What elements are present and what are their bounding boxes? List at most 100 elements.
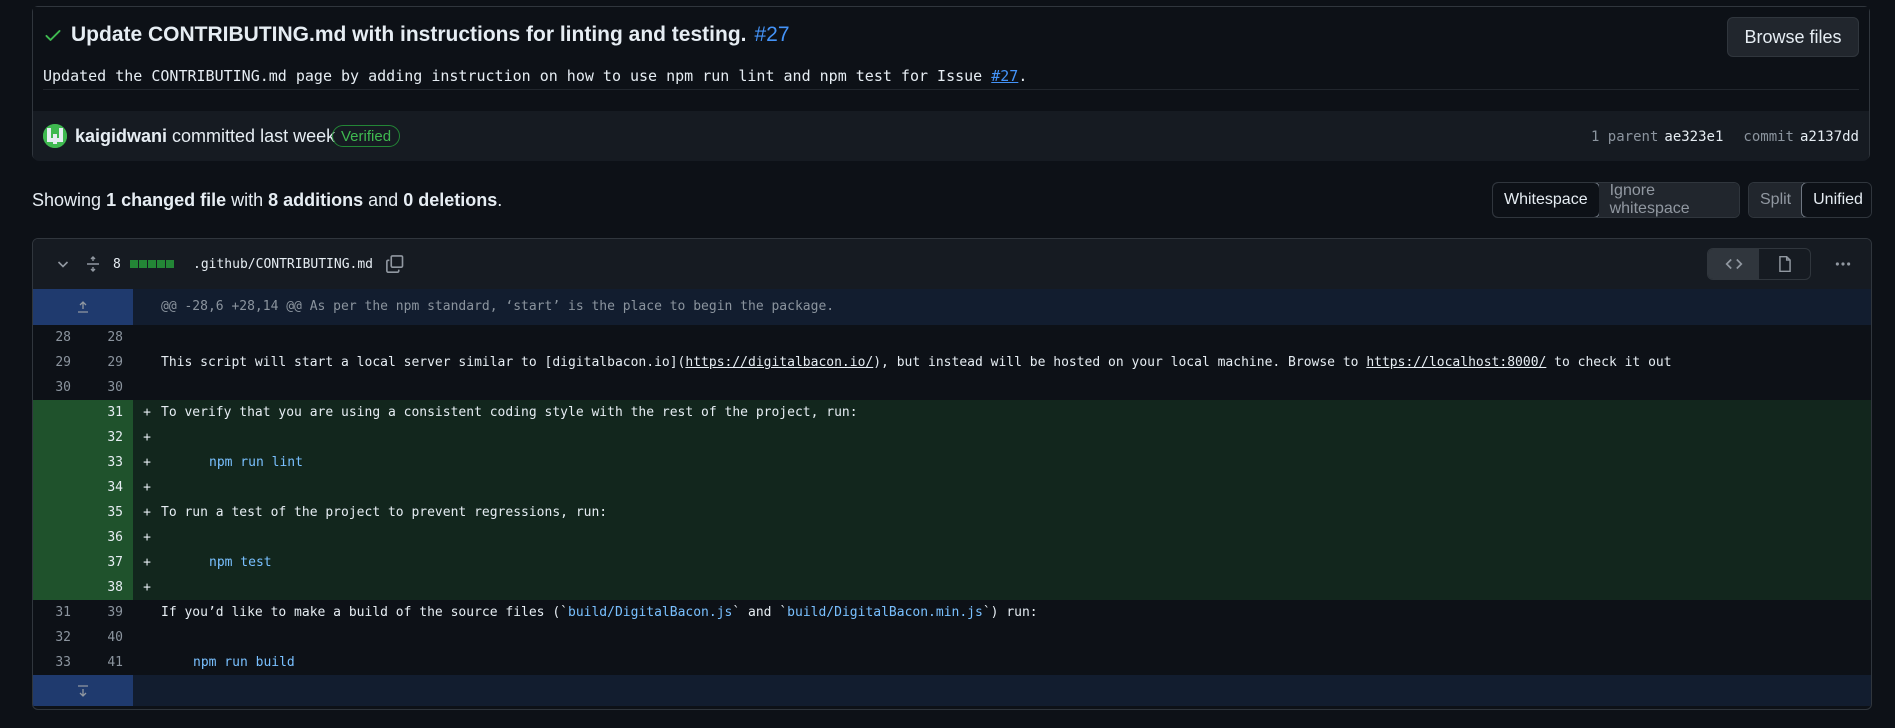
summary-with: with: [226, 190, 269, 210]
unified-view-button[interactable]: Unified: [1801, 183, 1871, 217]
diffstat-block: [139, 260, 147, 268]
line-code: npm test: [209, 555, 272, 570]
kebab-horizontal-icon: [1835, 262, 1851, 266]
author-link[interactable]: kaigidwani: [75, 126, 167, 146]
old-line-number[interactable]: [33, 400, 71, 425]
plus-marker: +: [143, 405, 151, 420]
verified-badge[interactable]: Verified: [332, 125, 401, 147]
committed-time: committed last week: [172, 126, 336, 146]
commit-title: Update CONTRIBUTING.md with instructions…: [43, 23, 790, 47]
new-line-number[interactable]: 40: [71, 625, 123, 650]
diff-line: 28 28: [33, 325, 1871, 350]
localhost-link[interactable]: https://localhost:8000/: [1366, 355, 1546, 370]
chevron-down-icon: [57, 261, 69, 268]
ignore-whitespace-button[interactable]: Ignore whitespace: [1598, 183, 1739, 217]
collapse-toggle[interactable]: [55, 239, 71, 289]
new-line-number[interactable]: 29: [71, 350, 123, 375]
line-code: [161, 375, 1871, 400]
line-code: npm run build: [193, 655, 295, 670]
file-options-button[interactable]: [1831, 252, 1855, 276]
rich-view-button[interactable]: [1759, 249, 1810, 279]
plus-marker: +: [143, 455, 151, 470]
old-line-number[interactable]: [33, 500, 71, 525]
plus-marker: +: [143, 530, 151, 545]
summary-suffix: .: [497, 190, 503, 210]
whitespace-toggle: Whitespace Ignore whitespace: [1492, 182, 1740, 218]
plus-marker: +: [143, 505, 151, 520]
old-line-number[interactable]: [33, 450, 71, 475]
source-view-button[interactable]: [1708, 249, 1759, 279]
diff-file: 8 .github/CONTRIBUTING.md @@ -28,6 +28,1…: [32, 238, 1872, 710]
line-text: `) run:: [982, 605, 1038, 620]
line-code: If you’d like to make a build of the sou…: [161, 600, 1871, 625]
line-code: [161, 425, 1871, 450]
expand-all-button[interactable]: [85, 239, 101, 289]
new-line-number[interactable]: 39: [71, 600, 123, 625]
old-line-number[interactable]: 33: [33, 650, 71, 675]
diff-line: 30 30: [33, 375, 1871, 400]
line-code: [161, 525, 1871, 550]
commit-meta: kaigidwani committed last week Verified …: [33, 111, 1869, 161]
commit-description-text: Updated the CONTRIBUTING.md page by addi…: [43, 67, 992, 85]
inline-code: build/DigitalBacon.min.js: [787, 605, 983, 620]
expand-down-button[interactable]: [33, 675, 133, 706]
added-line: 38 +: [33, 575, 1871, 600]
new-line-number[interactable]: 31: [71, 400, 123, 425]
plus-marker: +: [143, 430, 151, 445]
avatar[interactable]: [43, 124, 67, 148]
new-line-number[interactable]: 28: [71, 325, 123, 350]
old-line-number[interactable]: 32: [33, 625, 71, 650]
file-path-link[interactable]: .github/CONTRIBUTING.md: [193, 239, 373, 289]
parent-sha-link[interactable]: ae323e1: [1664, 129, 1723, 145]
digitalbacon-link[interactable]: https://digitalbacon.io/: [685, 355, 873, 370]
summary-deletions: 0 deletions: [403, 190, 498, 210]
diff-view-toggle: Split Unified: [1748, 182, 1872, 218]
new-line-number[interactable]: 32: [71, 425, 123, 450]
old-line-number[interactable]: 31: [33, 600, 71, 625]
inline-code: build/DigitalBacon.js: [568, 605, 733, 620]
summary-and: and: [363, 190, 404, 210]
avatar-identicon-icon: [43, 124, 67, 148]
check-icon: [45, 30, 61, 41]
description-issue-link[interactable]: #27: [991, 67, 1018, 85]
commit-description: Updated the CONTRIBUTING.md page by addi…: [43, 67, 1027, 85]
added-line: 34 +: [33, 475, 1871, 500]
hunk-header-text: @@ -28,6 +28,14 @@ As per the npm standa…: [161, 299, 835, 314]
new-line-number[interactable]: 36: [71, 525, 123, 550]
diffstat-block: [148, 260, 156, 268]
expand-up-button[interactable]: [33, 289, 133, 325]
copy-icon: [386, 255, 404, 273]
diffstat-block: [157, 260, 165, 268]
old-line-number[interactable]: 30: [33, 375, 71, 400]
commit-issue-link[interactable]: #27: [754, 23, 789, 47]
line-code: To run a test of the project to prevent …: [161, 505, 608, 520]
whitespace-button[interactable]: Whitespace: [1493, 183, 1600, 217]
copy-path-button[interactable]: [385, 239, 405, 289]
old-line-number[interactable]: 28: [33, 325, 71, 350]
new-line-number[interactable]: 33: [71, 450, 123, 475]
new-line-number[interactable]: 30: [71, 375, 123, 400]
old-line-number[interactable]: [33, 475, 71, 500]
browse-files-button[interactable]: Browse files: [1727, 17, 1859, 57]
old-line-number[interactable]: [33, 575, 71, 600]
commit-label: commit: [1743, 129, 1794, 145]
diff-line: 32 40: [33, 625, 1871, 650]
old-line-number[interactable]: [33, 425, 71, 450]
old-line-number[interactable]: 29: [33, 350, 71, 375]
added-line: 37 + npm test: [33, 550, 1871, 575]
diff-lines: @@ -28,6 +28,14 @@ As per the npm standa…: [33, 289, 1871, 706]
old-line-number[interactable]: [33, 550, 71, 575]
summary-prefix: Showing: [32, 190, 107, 210]
split-view-button[interactable]: Split: [1749, 183, 1803, 217]
line-text: to check it out: [1546, 355, 1672, 370]
line-code: [161, 575, 1871, 600]
parent-label: 1 parent: [1590, 129, 1659, 145]
commit-title-text: Update CONTRIBUTING.md with instructions…: [71, 23, 747, 46]
new-line-number[interactable]: 41: [71, 650, 123, 675]
new-line-number[interactable]: 38: [71, 575, 123, 600]
new-line-number[interactable]: 35: [71, 500, 123, 525]
new-line-number[interactable]: 37: [71, 550, 123, 575]
new-line-number[interactable]: 34: [71, 475, 123, 500]
commit-author-line: kaigidwani committed last week: [75, 126, 335, 147]
old-line-number[interactable]: [33, 525, 71, 550]
